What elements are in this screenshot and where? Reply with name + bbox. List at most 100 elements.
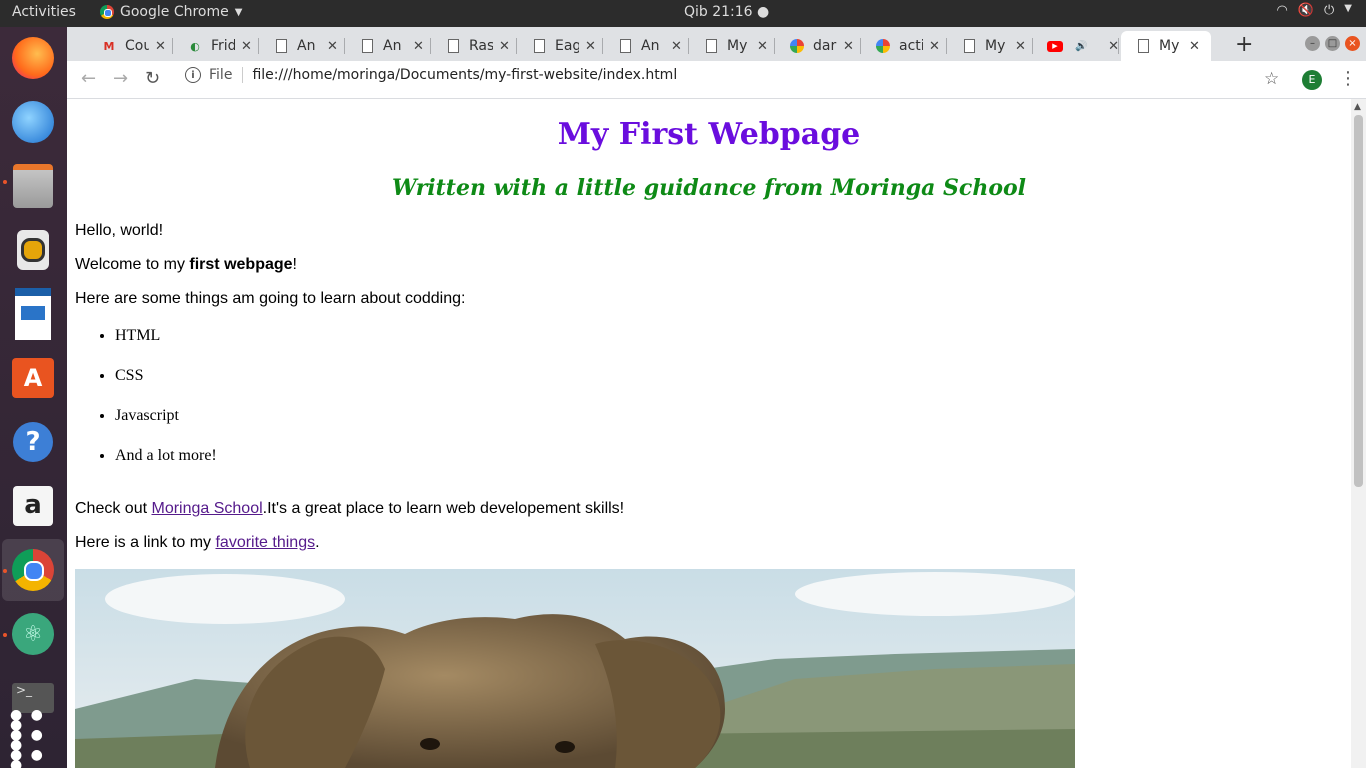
elephant-photo (75, 569, 1075, 768)
welcome-pre: Welcome to my (75, 256, 190, 273)
browser-tab[interactable]: An ✕ (259, 31, 345, 61)
browser-tab[interactable]: acti ✕ (861, 31, 947, 61)
activities-button[interactable]: Activities (12, 4, 76, 20)
browser-tab[interactable]: ▶ 🔊 ✕ (1033, 31, 1119, 61)
list-item: CSS (115, 367, 217, 407)
tab-title: Ras (469, 38, 493, 54)
hello-text: Hello, world! (75, 222, 164, 239)
tab-title: My (1159, 38, 1180, 54)
list-item: HTML (115, 327, 217, 367)
browser-tab[interactable]: Eag ✕ (517, 31, 603, 61)
kebab-menu-icon[interactable]: ⋮ (1339, 68, 1357, 89)
close-tab-icon[interactable]: ✕ (241, 39, 252, 54)
wifi-icon: ◠ (1276, 3, 1288, 18)
browser-tab[interactable]: My ✕ (689, 31, 775, 61)
bookmark-star-icon[interactable]: ☆ (1264, 69, 1279, 89)
browser-tab[interactable]: My ✕ (1121, 31, 1211, 61)
close-tab-icon[interactable]: ✕ (671, 39, 682, 54)
reload-button[interactable]: ↻ (145, 68, 160, 89)
learn-intro: Here are some things am going to learn a… (75, 290, 466, 307)
list-item: Javascript (115, 407, 217, 447)
maximize-button[interactable]: □ (1325, 36, 1340, 51)
close-window-button[interactable]: × (1345, 36, 1360, 51)
firefox-icon[interactable] (10, 35, 56, 81)
forward-button[interactable]: → (113, 68, 128, 89)
page-scrollbar[interactable]: ▲ (1351, 99, 1366, 768)
clock[interactable]: Qib 21:16 ● (684, 4, 769, 20)
check-out-text: Check out Moringa School.It's a great pl… (75, 500, 624, 518)
learn-list: HTML CSS Javascript And a lot more! (115, 327, 217, 487)
browser-tab[interactable]: An ✕ (603, 31, 689, 61)
help-icon[interactable]: ? (10, 419, 56, 465)
notification-dot-icon: ● (757, 4, 770, 20)
page-icon (273, 38, 289, 54)
close-tab-icon[interactable]: ✕ (413, 39, 424, 54)
tab-strip: M Cou ✕ ◐ Frid ✕ An ✕ An ✕ Ras ✕ Eag ✕ An ✕ My ✕ dar ✕ acti ✕… (67, 27, 1366, 61)
scroll-up-icon[interactable]: ▲ (1354, 102, 1361, 112)
check-pre: Check out (75, 500, 152, 517)
close-tab-icon[interactable]: ✕ (1015, 39, 1026, 54)
close-tab-icon[interactable]: ✕ (155, 39, 166, 54)
close-tab-icon[interactable]: ✕ (1189, 39, 1200, 54)
new-tab-button[interactable]: + (1235, 32, 1253, 57)
tab-title: Eag (555, 38, 579, 54)
page-icon (359, 38, 375, 54)
close-tab-icon[interactable]: ✕ (585, 39, 596, 54)
page-title: My First Webpage (557, 117, 861, 152)
show-applications-icon[interactable]: ● ● ● ● ● ● ● ● ● (10, 708, 56, 772)
minimize-button[interactable]: – (1305, 36, 1320, 51)
fav-post: . (315, 534, 320, 551)
welcome-text: Welcome to my first webpage! (75, 256, 297, 274)
favorite-things-link[interactable]: favorite things (215, 534, 315, 551)
power-icon: ⏻ (1324, 3, 1335, 18)
amazon-icon[interactable]: a (10, 483, 56, 529)
close-tab-icon[interactable]: ✕ (327, 39, 338, 54)
speaker-icon[interactable]: 🔊 (1075, 41, 1087, 52)
tab-title: An (641, 38, 660, 54)
scrollbar-thumb[interactable] (1354, 115, 1363, 487)
page-icon (531, 38, 547, 54)
system-top-bar: Activities Google Chrome ▼ Qib 21:16 ● ◠… (0, 0, 1366, 27)
page-icon (1135, 38, 1151, 54)
chrome-icon[interactable] (10, 547, 56, 593)
url-text[interactable]: file:///home/moringa/Documents/my-first-… (252, 67, 677, 83)
app-menu[interactable]: Google Chrome ▼ (100, 4, 242, 20)
tab-title: acti (899, 38, 923, 54)
chevron-down-icon: ▼ (1344, 3, 1352, 14)
web-page: My First Webpage Written with a little g… (67, 99, 1351, 768)
page-icon (703, 38, 719, 54)
profile-avatar[interactable]: E (1302, 70, 1322, 90)
browser-tab[interactable]: Ras ✕ (431, 31, 517, 61)
browser-toolbar: ← → ↻ i File file:///home/moringa/Docume… (67, 61, 1366, 99)
software-center-icon[interactable]: A (10, 355, 56, 401)
info-icon[interactable]: i (185, 67, 201, 83)
system-tray[interactable]: ◠ 🔇 ⏻ ▼ (1276, 3, 1352, 18)
browser-tab[interactable]: My ✕ (947, 31, 1033, 61)
gmail-icon: M (103, 39, 115, 53)
browser-tab[interactable]: M Cou ✕ (87, 31, 173, 61)
google-icon (789, 38, 805, 54)
browser-tab[interactable]: ◐ Frid ✕ (173, 31, 259, 61)
rhythmbox-icon[interactable] (10, 227, 56, 273)
libreoffice-writer-icon[interactable] (10, 288, 56, 340)
volume-mute-icon: 🔇 (1297, 3, 1314, 18)
thunderbird-icon[interactable] (10, 99, 56, 145)
welcome-bold: first webpage (189, 256, 293, 273)
close-tab-icon[interactable]: ✕ (499, 39, 510, 54)
tab-title: My (727, 38, 748, 54)
address-bar[interactable]: i File file:///home/moringa/Documents/my… (185, 67, 677, 83)
browser-tab[interactable]: An ✕ (345, 31, 431, 61)
close-tab-icon[interactable]: ✕ (757, 39, 768, 54)
moringa-school-link[interactable]: Moringa School (151, 500, 262, 517)
browser-tab[interactable]: dar ✕ (775, 31, 861, 61)
close-tab-icon[interactable]: ✕ (843, 39, 854, 54)
tab-title: Frid (211, 38, 235, 54)
list-item: And a lot more! (115, 447, 217, 487)
youtube-icon: ▶ (1047, 38, 1063, 54)
tab-title: An (297, 38, 316, 54)
close-tab-icon[interactable]: ✕ (929, 39, 940, 54)
atom-icon[interactable]: ⚛ (10, 611, 56, 657)
google-icon (875, 38, 891, 54)
files-icon[interactable] (10, 163, 56, 209)
back-button[interactable]: ← (81, 68, 96, 89)
